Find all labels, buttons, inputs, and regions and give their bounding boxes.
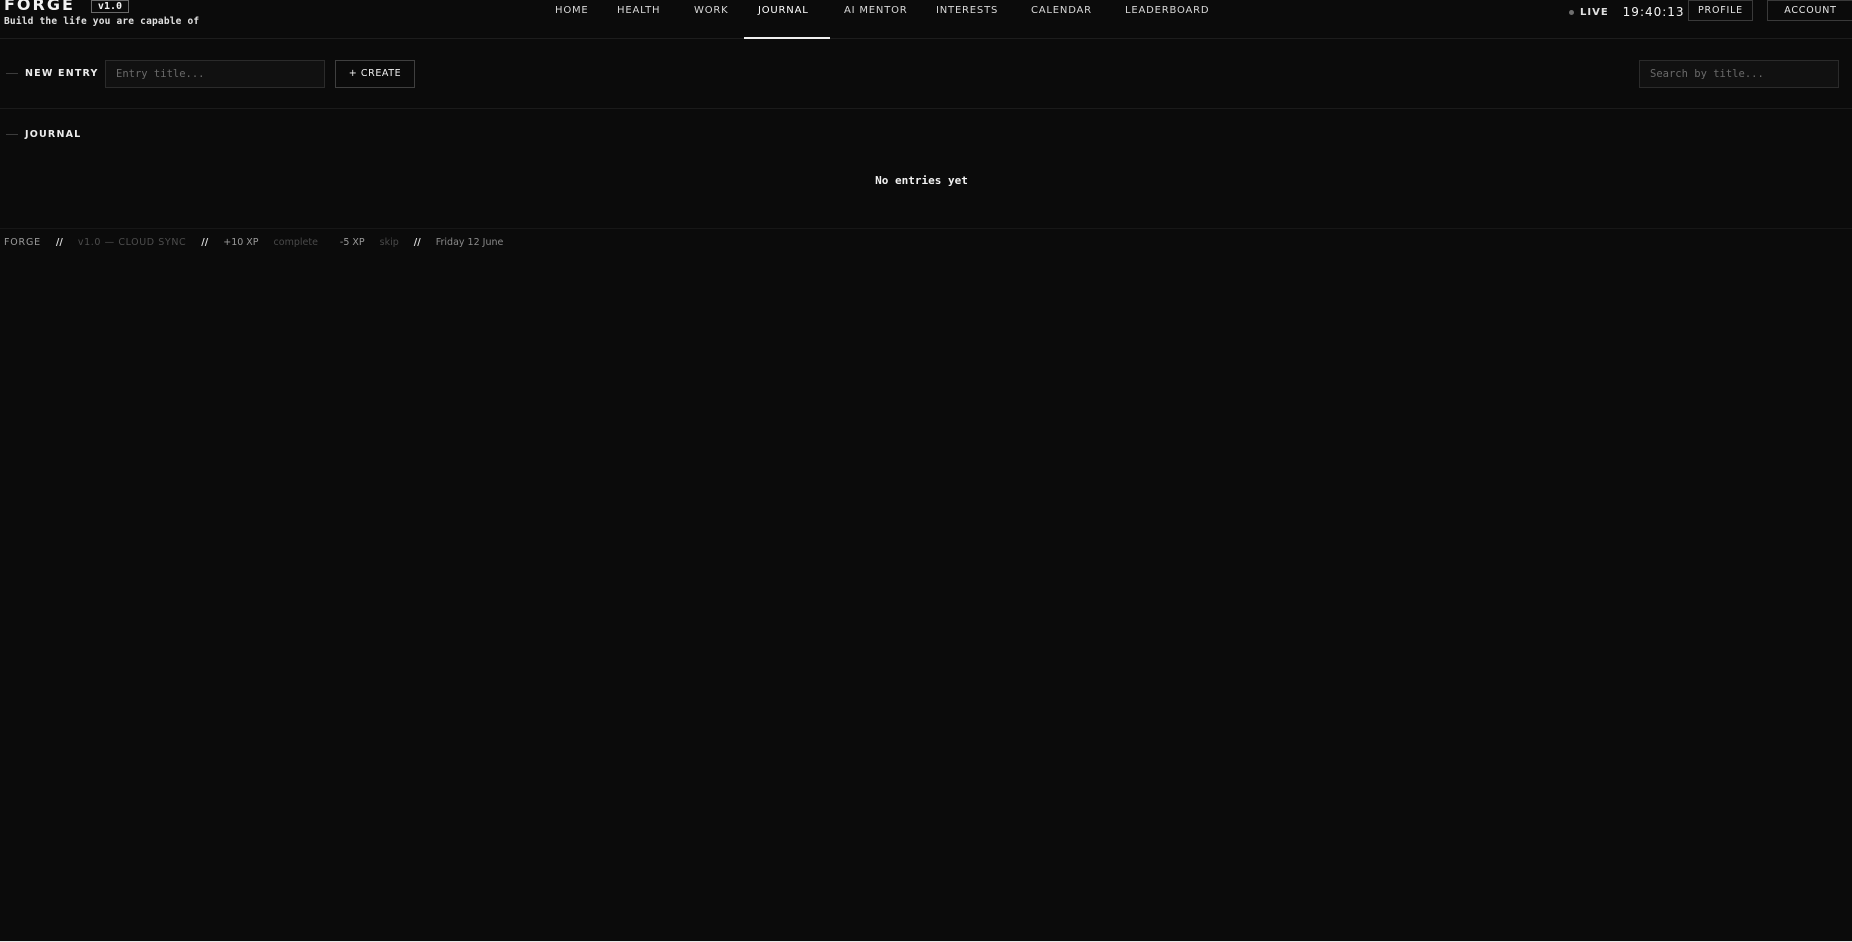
new-entry-heading: NEW ENTRY [6,68,99,79]
nav-leaderboard[interactable]: LEADERBOARD [1125,5,1209,16]
footer: FORGE // v1.0 — CLOUD SYNC // +10 XP com… [0,228,1852,256]
footer-separator: // [55,237,63,248]
search-input[interactable] [1639,60,1839,88]
footer-xp-complete: +10 XP [223,237,259,248]
dash-icon [6,134,18,135]
profile-button[interactable]: PROFILE [1688,0,1753,21]
live-clock: 19:40:13 [1622,5,1685,19]
footer-sync-status: v1.0 — CLOUD SYNC [77,237,187,248]
entry-title-input[interactable] [105,60,325,88]
dash-icon [6,73,18,74]
new-entry-label: NEW ENTRY [25,68,99,79]
footer-separator: // [413,237,421,248]
empty-state-message: No entries yet [875,174,968,187]
journal-label: JOURNAL [25,129,82,140]
nav-home[interactable]: HOME [555,5,589,16]
journal-heading: JOURNAL [6,129,81,140]
create-button[interactable]: + CREATE [335,60,415,88]
nav-work[interactable]: WORK [694,5,728,16]
footer-date: Friday 12 June [435,237,504,248]
live-status: LIVE 19:40:13 [1569,5,1685,19]
footer-brand: FORGE [4,237,41,248]
nav-health[interactable]: HEALTH [617,5,660,16]
footer-complete-label: complete [273,237,318,248]
nav-journal[interactable]: JOURNAL [758,5,809,16]
nav-calendar[interactable]: CALENDAR [1031,5,1092,16]
account-button[interactable]: ACCOUNT [1767,0,1852,21]
footer-separator: // [201,237,209,248]
new-entry-bar: NEW ENTRY + CREATE [0,39,1852,109]
forge-app: FORGE v1.0 Build the life you are capabl… [0,0,1852,942]
live-label: LIVE [1580,6,1609,18]
nav-ai-mentor[interactable]: AI MENTOR [844,5,908,16]
live-dot-icon [1569,9,1574,15]
footer-skip-label: skip [379,237,399,248]
nav-interests[interactable]: INTERESTS [936,5,998,16]
footer-xp-skip: -5 XP [339,237,365,248]
top-bar: FORGE v1.0 Build the life you are capabl… [0,0,1852,39]
